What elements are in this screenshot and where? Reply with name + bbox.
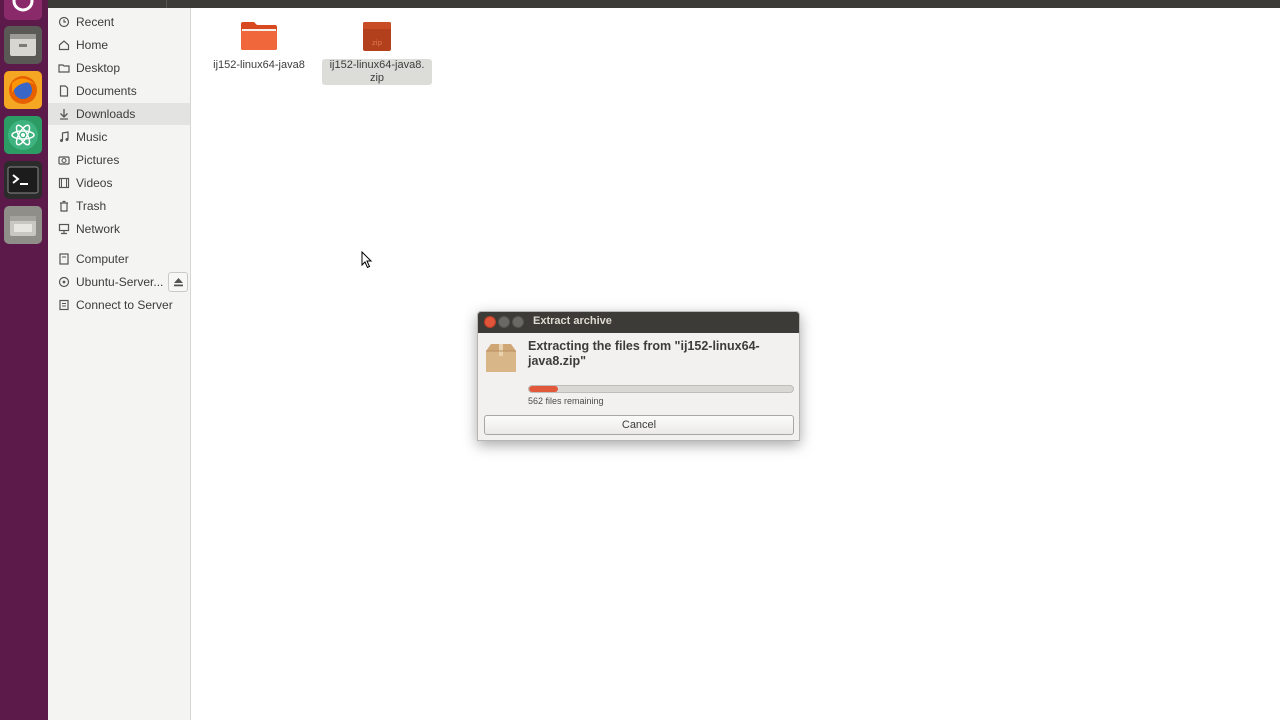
files-remaining-status: 562 files remaining [528,396,604,406]
folder-icon [58,62,70,74]
sidebar-item-label: Pictures [76,153,120,167]
sidebar-item-computer[interactable]: Computer [48,248,190,270]
places-sidebar: Recent Home Desktop Documents Downloads … [48,8,191,720]
dialog-title: Extract archive [533,315,612,327]
sidebar-item-label: Connect to Server [76,298,173,312]
ubuntu-logo-icon[interactable] [4,0,42,20]
dialog-titlebar: Extract archive [478,312,799,333]
sidebar-item-pictures[interactable]: Pictures [48,149,190,171]
file-item-folder[interactable]: ij152-linux64-java8 [204,20,314,72]
sidebar-item-label: Home [76,38,109,52]
eject-icon [173,278,183,287]
mouse-cursor-icon [361,251,373,269]
sidebar-item-music[interactable]: Music [48,126,190,148]
terminal-icon[interactable] [4,161,42,199]
home-icon [58,39,70,51]
sidebar-item-label: Trash [76,199,107,213]
sidebar-item-ubuntu-server[interactable]: Ubuntu-Server... [48,271,166,293]
sidebar-item-label: Music [76,130,108,144]
sidebar-item-videos[interactable]: Videos [48,172,190,194]
computer-icon [58,253,70,265]
sidebar-item-label: Ubuntu-Server... [76,275,164,289]
close-window-button[interactable] [484,316,496,328]
dialog-heading: Extracting the files from "ij152-linux64… [528,339,760,368]
clock-icon [58,16,70,28]
file-item-zip[interactable]: zip ij152-linux64-java8. zip [322,20,432,85]
sidebar-item-label: Documents [76,84,137,98]
zip-badge: zip [372,39,383,47]
sidebar-item-documents[interactable]: Documents [48,80,190,102]
minimize-window-button[interactable] [498,316,510,328]
package-icon [486,344,516,372]
file-name: ij152-linux64-java8 [213,59,305,71]
server-icon [58,299,70,311]
disc-icon [58,276,70,288]
sidebar-item-label: Recent [76,15,115,29]
maximize-window-button[interactable] [512,316,524,328]
video-icon [58,177,70,189]
sidebar-item-downloads[interactable]: Downloads [48,103,190,125]
window-top-strip [48,0,1280,8]
sidebar-item-label: Desktop [76,61,121,75]
sidebar-item-label: Videos [76,176,113,190]
folder-icon [241,22,277,50]
sidebar-item-trash[interactable]: Trash [48,195,190,217]
download-icon [58,108,70,120]
sidebar-item-label: Computer [76,252,129,266]
music-icon [58,131,70,143]
archive-manager-icon[interactable] [4,206,42,244]
sidebar-item-home[interactable]: Home [48,34,190,56]
launcher [0,0,48,720]
progress-bar [528,385,794,393]
sidebar-item-label: Downloads [76,107,136,121]
sidebar-item-network[interactable]: Network [48,218,190,240]
extract-archive-dialog: Extract archive Extracting the files fro… [477,311,800,441]
atom-editor-icon[interactable] [4,116,42,154]
network-icon [58,223,70,235]
file-name: ij152-linux64-java8. zip [322,59,432,85]
sidebar-item-connect-to-server[interactable]: Connect to Server [48,294,190,316]
trash-icon [58,200,70,212]
progress-bar-fill [529,386,559,392]
cancel-button[interactable]: Cancel [484,415,794,435]
sidebar-item-label: Network [76,222,121,236]
camera-icon [58,154,70,166]
eject-button[interactable] [168,272,188,292]
sidebar-item-recent[interactable]: Recent [48,11,190,33]
toolbar-divider [166,0,167,8]
sidebar-item-desktop[interactable]: Desktop [48,57,190,79]
file-manager-icon[interactable] [4,26,42,64]
document-icon [58,85,70,97]
zip-archive-icon: zip [363,22,391,51]
firefox-icon[interactable] [4,71,42,109]
